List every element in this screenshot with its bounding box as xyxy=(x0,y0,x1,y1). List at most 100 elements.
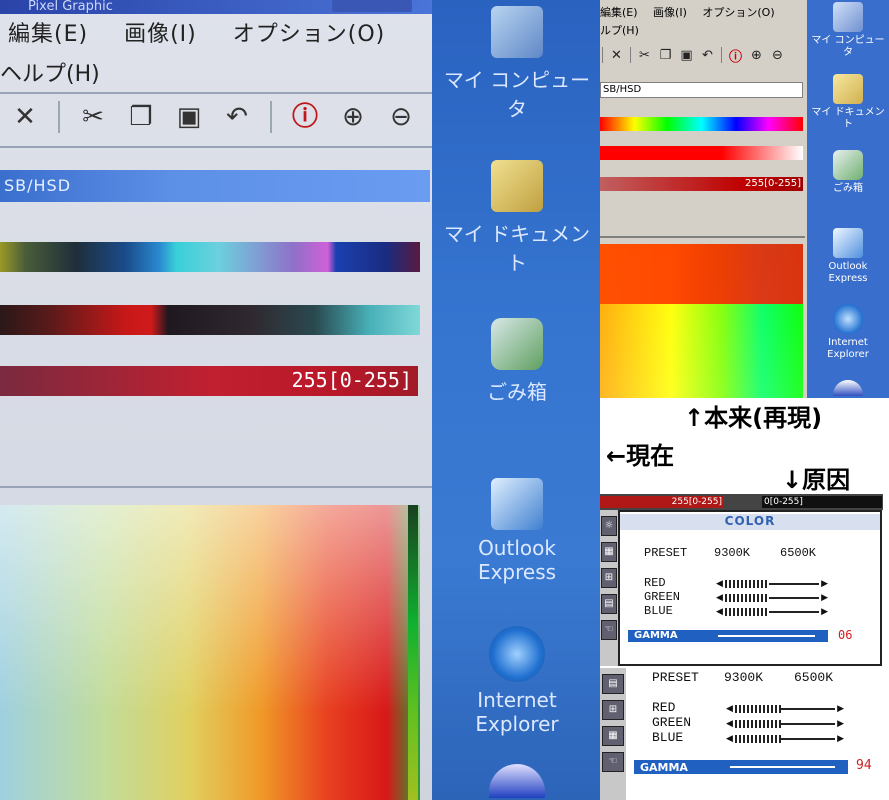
monitor-photo: Pixel Graphic 編集(E) 画像(I) オプション(O) ヘルプ(H… xyxy=(0,0,600,800)
photo-divider xyxy=(0,146,432,148)
outlook-express-icon xyxy=(833,228,863,258)
photo-desktop-icon-recycle-bin[interactable]: ごみ箱 xyxy=(434,318,600,405)
shot-desktop-icon-my-computer[interactable]: マイ コンピュータ xyxy=(807,2,889,59)
photo-color-field[interactable]: SB/HSD xyxy=(0,170,430,202)
photo-app-window: Pixel Graphic 編集(E) 画像(I) オプション(O) ヘルプ(H… xyxy=(0,0,432,800)
media-player-icon xyxy=(489,764,545,798)
osd2-preset-6500k[interactable]: 6500K xyxy=(794,670,833,685)
photo-desktop-icon-my-computer[interactable]: マイ コンピュータ xyxy=(434,6,600,122)
position-icon[interactable]: ⊞ xyxy=(602,700,624,720)
info-icon[interactable]: ⓘ xyxy=(728,46,743,65)
color-icon[interactable]: ▤ xyxy=(602,674,624,694)
photo-menu-bar: 編集(E) 画像(I) オプション(O) xyxy=(8,16,413,48)
photo-desktop-icon-media-player[interactable] xyxy=(434,764,600,800)
position-icon[interactable]: ⊞ xyxy=(601,568,617,588)
my-documents-icon xyxy=(491,160,543,212)
shot-desktop-label: Outlook Express xyxy=(828,261,868,284)
osd1-gamma-bar[interactable]: GAMMA xyxy=(628,630,828,642)
osd1-green-slider[interactable]: ◀ ▶ xyxy=(716,593,828,603)
shot-menu-options[interactable]: オプション(O) xyxy=(702,6,774,19)
photo-desktop-icon-my-documents[interactable]: マイ ドキュメント xyxy=(434,160,600,276)
osd1-preset-9300k[interactable]: 9300K xyxy=(714,546,750,560)
shot-desktop-icon-outlook[interactable]: Outlook Express xyxy=(807,228,889,285)
paste-icon[interactable]: ▣ xyxy=(174,102,204,132)
photo-desktop-label: マイ コンピュータ xyxy=(443,68,591,121)
osd2-blue-label: BLUE xyxy=(652,730,684,745)
delete-icon[interactable]: ✕ xyxy=(10,102,40,132)
shot-menu-edit[interactable]: 編集(E) xyxy=(600,6,638,19)
photo-menu-help[interactable]: ヘルプ(H) xyxy=(0,56,100,88)
screenshot-reference: 編集(E) 画像(I) オプション(O) ルプ(H) ✕ ✂ ❐ ▣ ↶ ⓘ ⊕… xyxy=(600,0,889,398)
photo-saturation-bar[interactable] xyxy=(0,305,420,335)
osd2-gamma-label: GAMMA xyxy=(640,761,688,774)
shot-app-window: 編集(E) 画像(I) オプション(O) ルプ(H) ✕ ✂ ❐ ▣ ↶ ⓘ ⊕… xyxy=(600,0,805,398)
delete-icon[interactable]: ✕ xyxy=(609,48,624,63)
copy-icon[interactable]: ❐ xyxy=(658,48,673,63)
osd2-preset-9300k[interactable]: 9300K xyxy=(724,670,763,685)
geometry-icon[interactable]: ▦ xyxy=(602,726,624,746)
internet-explorer-icon xyxy=(833,304,863,334)
zoom-out-icon[interactable]: ⊖ xyxy=(386,102,416,132)
my-computer-icon xyxy=(833,2,863,32)
shot-menu-help[interactable]: ルプ(H) xyxy=(600,22,639,38)
shot-value-readout: 255[0-255] xyxy=(745,178,801,189)
photo-color-gradient[interactable] xyxy=(0,505,420,800)
osd2-gamma-bar[interactable]: GAMMA xyxy=(634,760,848,774)
geometry-icon[interactable]: ▦ xyxy=(601,542,617,562)
undo-icon[interactable]: ↶ xyxy=(700,48,715,63)
photo-desktop-icon-outlook[interactable]: Outlook Express xyxy=(434,478,600,584)
undo-icon[interactable]: ↶ xyxy=(222,102,252,132)
photo-menu-edit[interactable]: 編集(E) xyxy=(8,22,88,47)
zoom-in-icon[interactable]: ⊕ xyxy=(338,102,368,132)
cut-icon[interactable]: ✂ xyxy=(78,102,108,132)
osd1-red-slider[interactable]: ◀ ▶ xyxy=(716,579,828,589)
osd1-blue-slider[interactable]: ◀ ▶ xyxy=(716,607,828,617)
osd2-red-slider[interactable]: ◀ ▶ xyxy=(726,704,844,714)
osd1-preset-label: PRESET xyxy=(644,546,688,560)
photo-hue-bar[interactable] xyxy=(0,242,420,272)
photo-menu-options[interactable]: オプション(O) xyxy=(233,22,385,47)
osd2-green-slider[interactable]: ◀ ▶ xyxy=(726,719,844,729)
osd2-gamma-level xyxy=(730,766,835,768)
shot-menu-bar: 編集(E) 画像(I) オプション(O) xyxy=(600,4,787,20)
outlook-express-icon xyxy=(491,478,543,530)
shot-color-field[interactable]: SB/HSD xyxy=(600,82,803,98)
recycle-bin-icon xyxy=(833,150,863,180)
photo-desktop-label: ごみ箱 xyxy=(487,380,547,404)
osd1-gamma-label: GAMMA xyxy=(634,630,678,641)
zoom-in-icon[interactable]: ⊕ xyxy=(749,48,764,63)
photo-value-bar[interactable]: 255[0-255] xyxy=(0,366,418,396)
photo-window-buttons[interactable] xyxy=(332,0,412,12)
shot-value-bar[interactable]: 255[0-255] xyxy=(600,177,803,191)
shot-desktop-icon-ie[interactable]: Internet Explorer xyxy=(807,304,889,361)
osd2-blue-slider[interactable]: ◀ ▶ xyxy=(726,734,844,744)
zoom-out-icon[interactable]: ⊖ xyxy=(770,48,785,63)
copy-icon[interactable]: ❐ xyxy=(126,102,156,132)
paste-icon[interactable]: ▣ xyxy=(679,48,694,63)
shot-hue-bar[interactable] xyxy=(600,117,803,131)
osd1-strip-right: 0[0-255] xyxy=(762,496,882,508)
osd1-blue-label: BLUE xyxy=(644,604,673,618)
osd1-red-label: RED xyxy=(644,576,666,590)
menu-hand-icon[interactable]: ☜ xyxy=(602,752,624,772)
shot-saturation-bar[interactable] xyxy=(600,146,803,160)
shot-divider xyxy=(600,236,805,238)
shot-desktop-icon-my-documents[interactable]: マイ ドキュメント xyxy=(807,74,889,131)
shot-color-gradient[interactable] xyxy=(600,244,803,398)
color-icon[interactable]: ▤ xyxy=(601,594,617,614)
photo-divider xyxy=(0,486,432,488)
toolbar-separator xyxy=(58,101,60,133)
photo-window-title: Pixel Graphic xyxy=(28,0,113,14)
brightness-icon[interactable]: ☼ xyxy=(601,516,617,536)
info-icon[interactable]: ⓘ xyxy=(290,102,320,132)
menu-hand-icon[interactable]: ☜ xyxy=(601,620,617,640)
photo-desktop-icon-ie[interactable]: Internet Explorer xyxy=(434,626,600,736)
shot-menu-image[interactable]: 画像(I) xyxy=(653,6,687,19)
my-documents-icon xyxy=(833,74,863,104)
shot-desktop-icon-recycle-bin[interactable]: ごみ箱 xyxy=(807,150,889,195)
photo-menu-image[interactable]: 画像(I) xyxy=(124,22,197,47)
cut-icon[interactable]: ✂ xyxy=(637,48,652,63)
shot-desktop-icon-media-player[interactable] xyxy=(807,380,889,398)
annotation-current: ←現在 xyxy=(606,442,675,470)
osd1-preset-6500k[interactable]: 6500K xyxy=(780,546,816,560)
